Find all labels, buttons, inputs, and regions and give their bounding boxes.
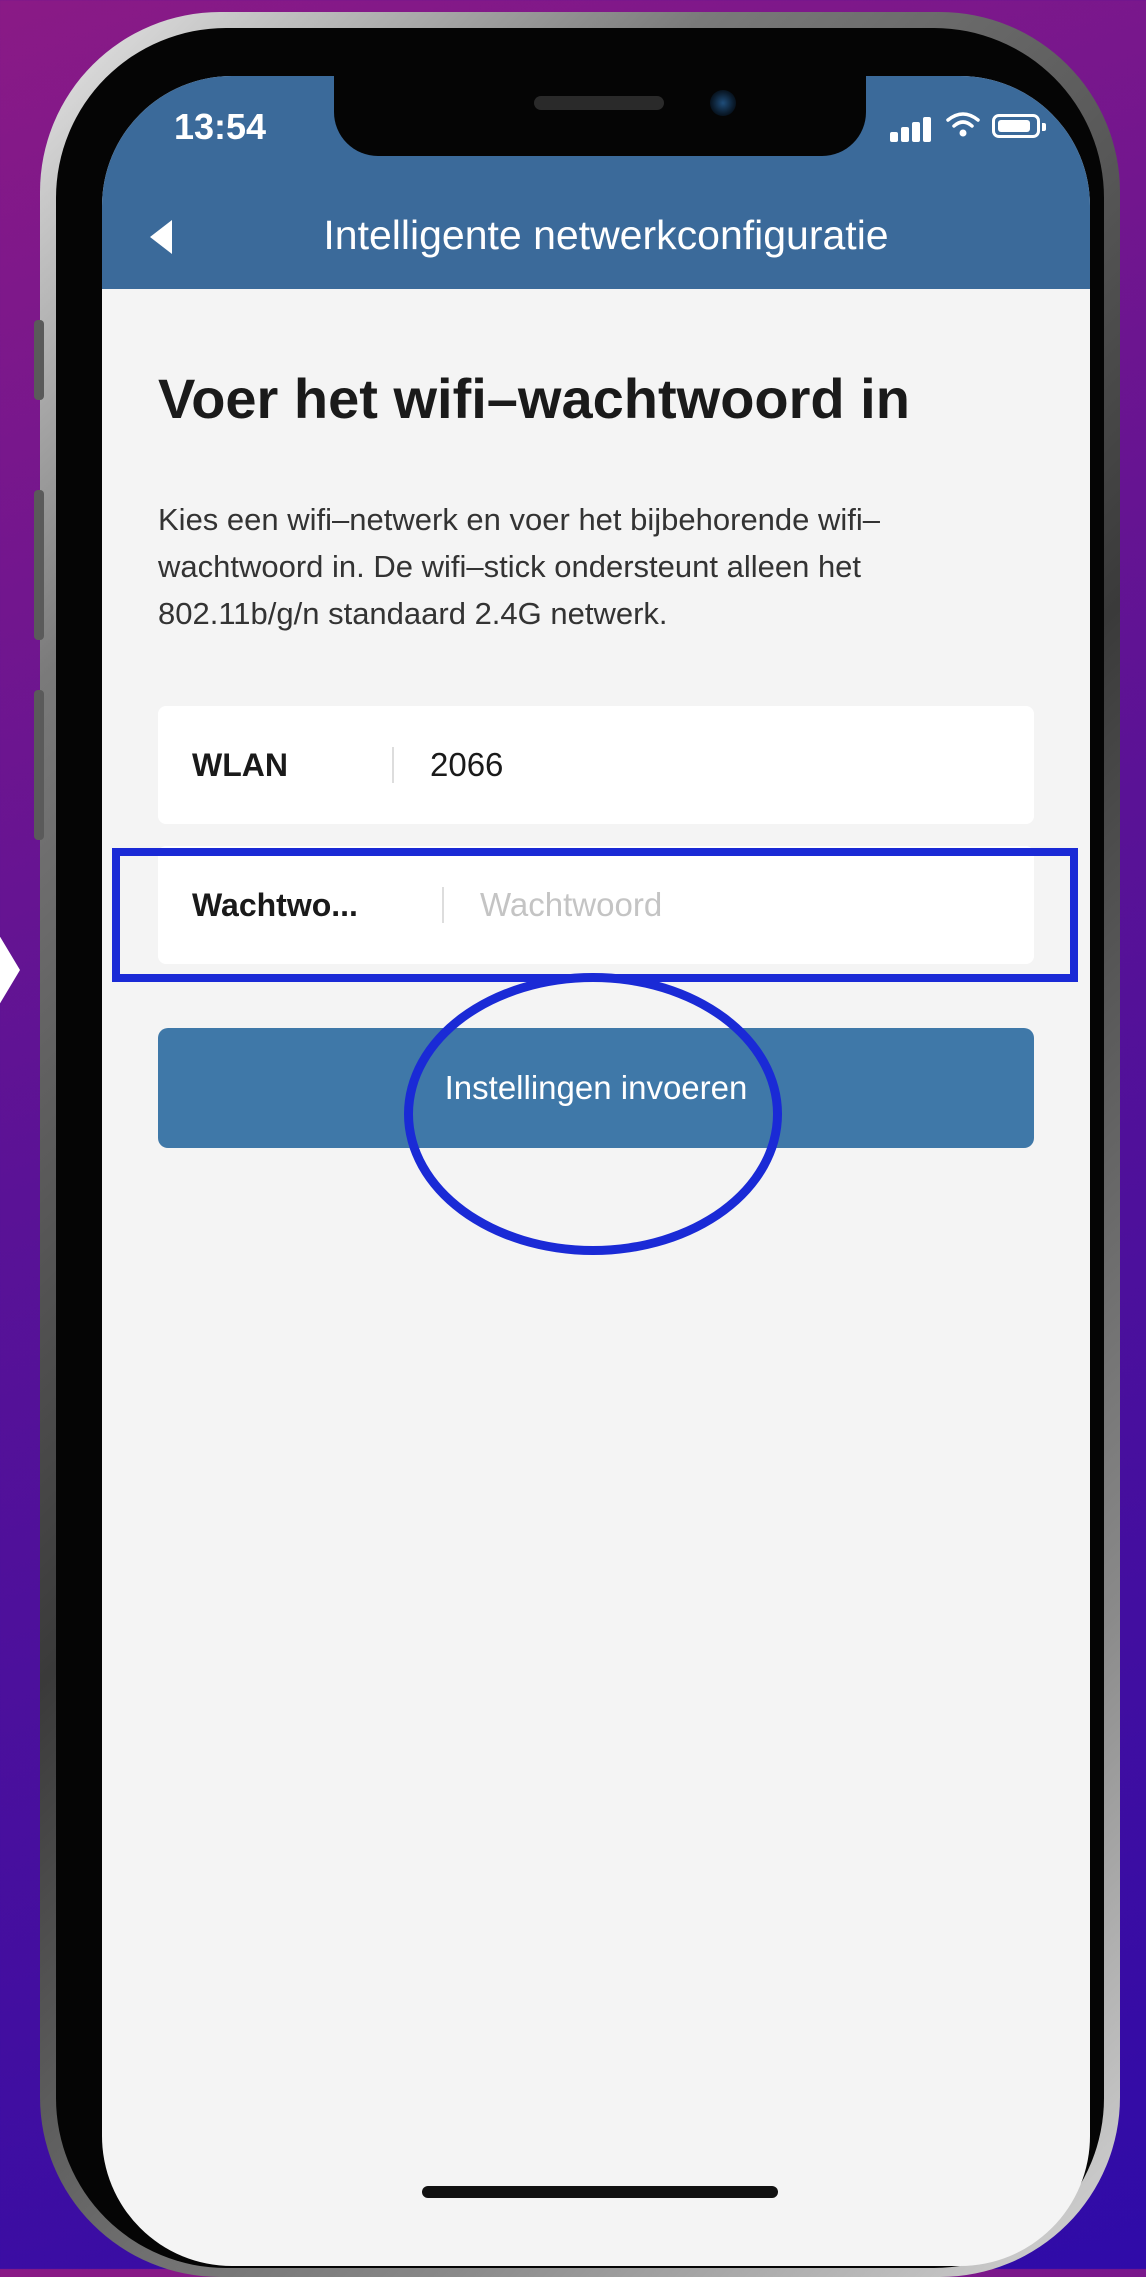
battery-icon: [992, 114, 1046, 138]
page-title: Voer het wifi–wachtwoord in: [158, 367, 910, 430]
volume-up-button: [34, 490, 44, 640]
left-arrow-decoration: [0, 930, 20, 1010]
notch: [334, 76, 866, 156]
wlan-field[interactable]: WLAN 2066: [158, 706, 1034, 824]
wlan-value[interactable]: 2066: [430, 706, 503, 824]
mute-switch: [34, 320, 44, 400]
front-camera: [710, 90, 736, 116]
nav-title: Intelligente netwerkconfiguratie: [323, 212, 889, 258]
annotation-highlight-ellipse: [404, 973, 782, 1255]
status-time: 13:54: [174, 106, 267, 147]
status-icons: [890, 112, 1050, 142]
speaker-grille: [534, 96, 664, 110]
field-divider: [392, 747, 394, 783]
page-description: Kies een wifi–netwerk en voer het bijbeh…: [158, 502, 881, 631]
volume-down-button: [34, 690, 44, 840]
annotation-highlight-box: [112, 848, 1078, 982]
wifi-icon: [946, 112, 980, 137]
home-indicator: [422, 2186, 778, 2198]
wlan-label: WLAN: [192, 747, 288, 783]
